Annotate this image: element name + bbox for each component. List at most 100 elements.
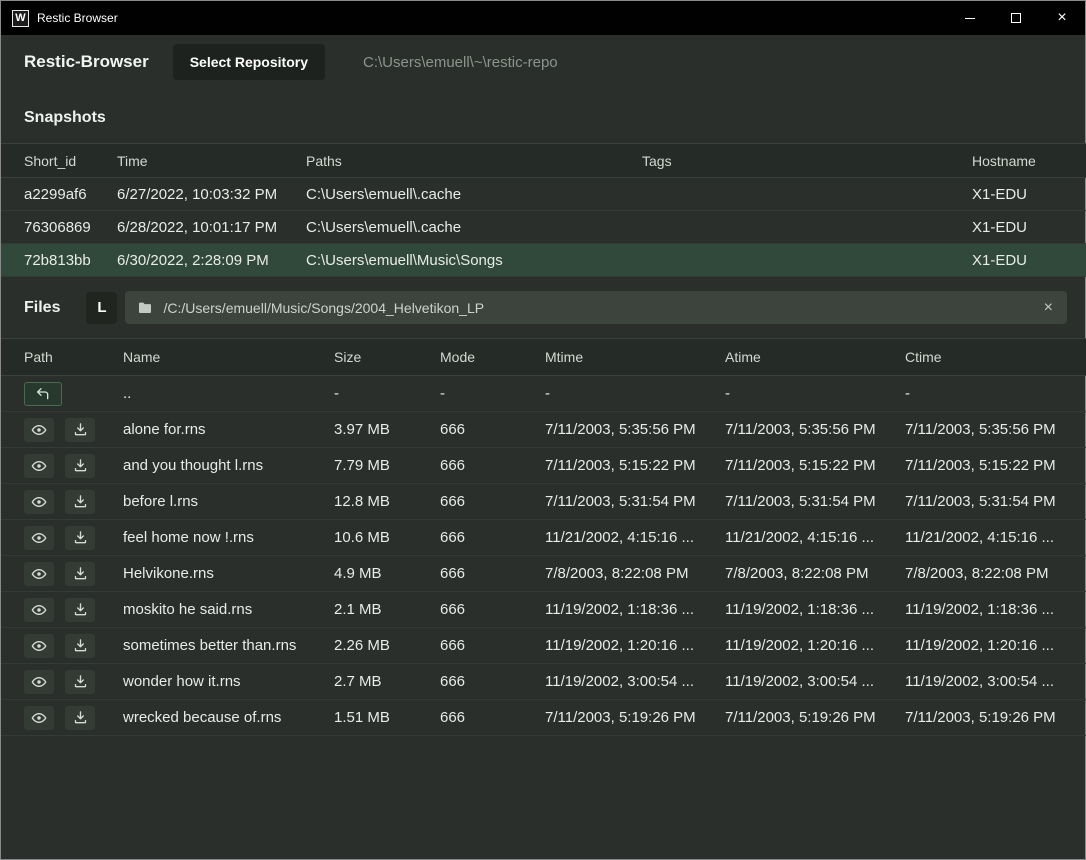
file-ctime: 11/21/2002, 4:15:16 ... bbox=[905, 520, 1086, 556]
preview-button[interactable] bbox=[24, 490, 54, 514]
file-ctime: 7/11/2003, 5:15:22 PM bbox=[905, 448, 1086, 484]
snapshot-row[interactable]: 76306869 6/28/2022, 10:01:17 PM C:\Users… bbox=[1, 211, 1086, 244]
file-name: alone for.rns bbox=[123, 412, 334, 448]
eye-icon bbox=[31, 602, 47, 618]
file-path-cell bbox=[1, 556, 123, 592]
file-atime: - bbox=[725, 376, 905, 412]
titlebar: W Restic Browser × bbox=[1, 1, 1085, 35]
file-mtime: 7/11/2003, 5:31:54 PM bbox=[545, 484, 725, 520]
path-bar[interactable]: /C:/Users/emuell/Music/Songs/2004_Helvet… bbox=[125, 291, 1067, 324]
download-button[interactable] bbox=[65, 418, 95, 442]
eye-icon bbox=[31, 566, 47, 582]
preview-button[interactable] bbox=[24, 418, 54, 442]
download-button[interactable] bbox=[65, 706, 95, 730]
download-button[interactable] bbox=[65, 490, 95, 514]
preview-button[interactable] bbox=[24, 706, 54, 730]
download-icon bbox=[73, 494, 88, 509]
up-directory-button[interactable] bbox=[24, 382, 62, 406]
snapshot-tags bbox=[642, 244, 972, 277]
preview-button[interactable] bbox=[24, 526, 54, 550]
close-icon: × bbox=[1057, 10, 1066, 26]
preview-button[interactable] bbox=[24, 634, 54, 658]
file-size: 10.6 MB bbox=[334, 520, 440, 556]
preview-button[interactable] bbox=[24, 562, 54, 586]
file-row[interactable]: sometimes better than.rns 2.26 MB 666 11… bbox=[1, 628, 1086, 664]
download-icon bbox=[73, 674, 88, 689]
drive-select-button[interactable]: L bbox=[86, 292, 117, 324]
file-ctime: 7/8/2003, 8:22:08 PM bbox=[905, 556, 1086, 592]
file-mode: 666 bbox=[440, 448, 545, 484]
download-icon bbox=[73, 530, 88, 545]
file-row[interactable]: wrecked because of.rns 1.51 MB 666 7/11/… bbox=[1, 700, 1086, 736]
files-heading: Files bbox=[24, 299, 60, 317]
file-mode: 666 bbox=[440, 520, 545, 556]
file-ctime: 7/11/2003, 5:19:26 PM bbox=[905, 700, 1086, 736]
files-bar: Files L /C:/Users/emuell/Music/Songs/200… bbox=[1, 277, 1085, 338]
file-mode: 666 bbox=[440, 556, 545, 592]
preview-button[interactable] bbox=[24, 454, 54, 478]
file-name: Helvikone.rns bbox=[123, 556, 334, 592]
file-size: 3.97 MB bbox=[334, 412, 440, 448]
snapshot-paths: C:\Users\emuell\.cache bbox=[306, 211, 642, 244]
file-ctime: 11/19/2002, 1:20:16 ... bbox=[905, 628, 1086, 664]
file-mode: 666 bbox=[440, 664, 545, 700]
file-actions bbox=[24, 598, 95, 622]
file-name: wonder how it.rns bbox=[123, 664, 334, 700]
file-row[interactable]: .. - - - - - bbox=[1, 376, 1086, 412]
snapshot-time: 6/28/2022, 10:01:17 PM bbox=[117, 211, 306, 244]
eye-icon bbox=[31, 638, 47, 654]
file-ctime: 7/11/2003, 5:31:54 PM bbox=[905, 484, 1086, 520]
file-name: .. bbox=[123, 376, 334, 412]
file-mtime: - bbox=[545, 376, 725, 412]
eye-icon bbox=[31, 458, 47, 474]
column-path: Path bbox=[1, 339, 123, 376]
download-button[interactable] bbox=[65, 562, 95, 586]
column-hostname: Hostname bbox=[972, 144, 1086, 178]
file-path-cell bbox=[1, 592, 123, 628]
download-button[interactable] bbox=[65, 454, 95, 478]
download-button[interactable] bbox=[65, 598, 95, 622]
snapshot-row[interactable]: 72b813bb 6/30/2022, 2:28:09 PM C:\Users\… bbox=[1, 244, 1086, 277]
minimize-button[interactable] bbox=[947, 1, 993, 35]
file-ctime: 7/11/2003, 5:35:56 PM bbox=[905, 412, 1086, 448]
app-title: Restic-Browser bbox=[24, 52, 149, 72]
folder-icon bbox=[137, 300, 153, 316]
file-row[interactable]: wonder how it.rns 2.7 MB 666 11/19/2002,… bbox=[1, 664, 1086, 700]
snapshot-row[interactable]: a2299af6 6/27/2022, 10:03:32 PM C:\Users… bbox=[1, 178, 1086, 211]
close-button[interactable]: × bbox=[1039, 1, 1085, 35]
snapshot-short-id: 72b813bb bbox=[1, 244, 117, 277]
eye-icon bbox=[31, 674, 47, 690]
current-path: /C:/Users/emuell/Music/Songs/2004_Helvet… bbox=[163, 300, 1041, 316]
preview-button[interactable] bbox=[24, 670, 54, 694]
file-mode: 666 bbox=[440, 484, 545, 520]
file-mtime: 11/19/2002, 3:00:54 ... bbox=[545, 664, 725, 700]
clear-path-icon[interactable]: × bbox=[1042, 298, 1055, 318]
file-row[interactable]: and you thought l.rns 7.79 MB 666 7/11/2… bbox=[1, 448, 1086, 484]
snapshot-tags bbox=[642, 211, 972, 244]
file-atime: 7/11/2003, 5:19:26 PM bbox=[725, 700, 905, 736]
file-row[interactable]: moskito he said.rns 2.1 MB 666 11/19/200… bbox=[1, 592, 1086, 628]
file-row[interactable]: feel home now !.rns 10.6 MB 666 11/21/20… bbox=[1, 520, 1086, 556]
file-row[interactable]: before l.rns 12.8 MB 666 7/11/2003, 5:31… bbox=[1, 484, 1086, 520]
download-icon bbox=[73, 566, 88, 581]
download-button[interactable] bbox=[65, 634, 95, 658]
file-row[interactable]: alone for.rns 3.97 MB 666 7/11/2003, 5:3… bbox=[1, 412, 1086, 448]
file-atime: 7/11/2003, 5:15:22 PM bbox=[725, 448, 905, 484]
snapshot-paths: C:\Users\emuell\.cache bbox=[306, 178, 642, 211]
file-atime: 11/19/2002, 1:18:36 ... bbox=[725, 592, 905, 628]
file-name: wrecked because of.rns bbox=[123, 700, 334, 736]
file-actions bbox=[24, 490, 95, 514]
file-row[interactable]: Helvikone.rns 4.9 MB 666 7/8/2003, 8:22:… bbox=[1, 556, 1086, 592]
file-actions bbox=[24, 562, 95, 586]
preview-button[interactable] bbox=[24, 598, 54, 622]
file-name: sometimes better than.rns bbox=[123, 628, 334, 664]
download-button[interactable] bbox=[65, 670, 95, 694]
repository-path: C:\Users\emuell\~\restic-repo bbox=[363, 54, 558, 71]
column-size: Size bbox=[334, 339, 440, 376]
file-actions bbox=[24, 454, 95, 478]
snapshots-table: Short_id Time Paths Tags Hostname a2299a… bbox=[1, 143, 1086, 277]
download-button[interactable] bbox=[65, 526, 95, 550]
maximize-button[interactable] bbox=[993, 1, 1039, 35]
file-path-cell bbox=[1, 376, 123, 412]
select-repository-button[interactable]: Select Repository bbox=[173, 44, 325, 80]
